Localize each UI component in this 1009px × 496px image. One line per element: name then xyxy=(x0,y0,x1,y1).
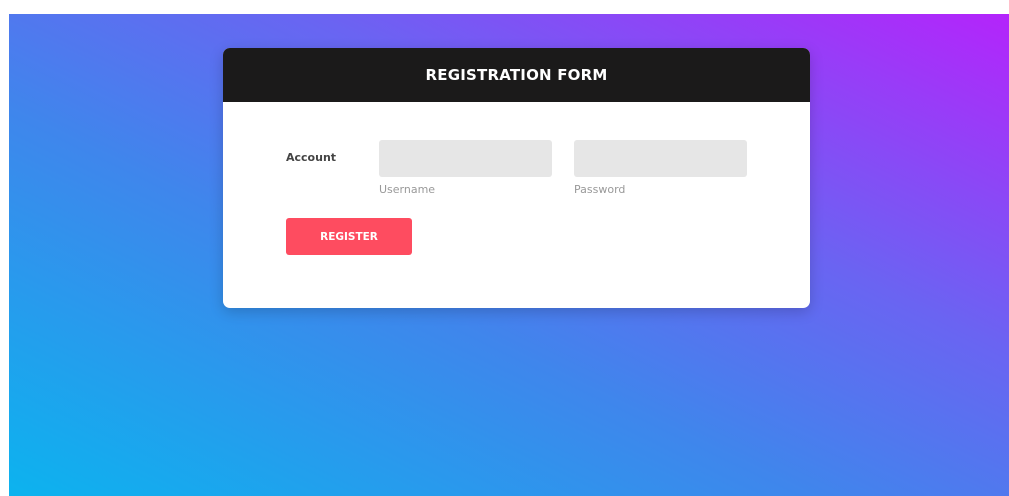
password-input[interactable] xyxy=(574,140,747,177)
username-input[interactable] xyxy=(379,140,552,177)
form-title: REGISTRATION FORM xyxy=(425,66,608,84)
password-group: Password xyxy=(574,140,747,196)
card-header: REGISTRATION FORM xyxy=(223,48,810,102)
account-label: Account xyxy=(286,151,337,164)
page: REGISTRATION FORM Account Username Passw… xyxy=(0,0,1009,496)
username-group: Username xyxy=(379,140,552,196)
registration-card: REGISTRATION FORM Account Username Passw… xyxy=(223,48,810,308)
username-hint: Username xyxy=(379,183,436,196)
register-button[interactable]: REGISTER xyxy=(286,218,412,255)
password-hint: Password xyxy=(574,183,626,196)
